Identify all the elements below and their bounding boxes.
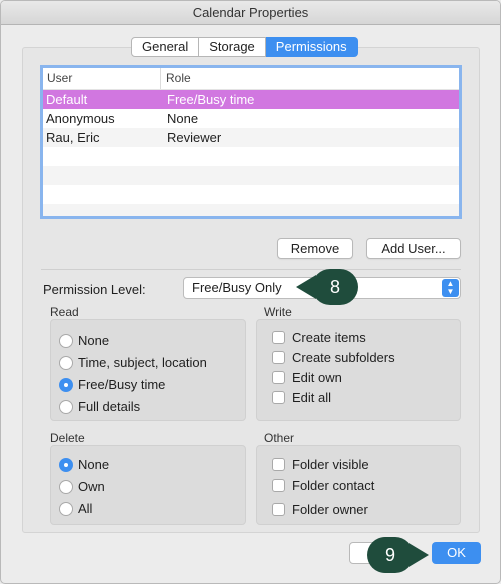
- write-option-label: Create items: [292, 330, 366, 345]
- table-header: User Role: [43, 68, 459, 90]
- write-option-edit-all[interactable]: Edit all: [272, 390, 331, 405]
- delete-group-label: Delete: [50, 431, 85, 445]
- radio-icon: [59, 399, 73, 414]
- permissions-table[interactable]: User Role Default Free/Busy time Anonymo…: [40, 65, 462, 219]
- delete-option-all[interactable]: All: [59, 501, 92, 516]
- checkbox-icon: [272, 458, 285, 471]
- user-cell: Default: [46, 92, 88, 107]
- permission-level-value: Free/Busy Only: [192, 280, 282, 295]
- radio-selected-icon: [59, 457, 73, 472]
- table-row[interactable]: Default Free/Busy time: [43, 90, 459, 109]
- chevron-updown-icon: ▲ ▼: [442, 279, 459, 297]
- table-row[interactable]: Anonymous None: [43, 109, 459, 128]
- tab-permissions[interactable]: Permissions: [265, 37, 358, 57]
- role-cell: Reviewer: [167, 130, 222, 145]
- permission-level-label: Permission Level:: [43, 282, 146, 297]
- write-option-edit-own[interactable]: Edit own: [272, 370, 342, 385]
- read-option-label: Time, subject, location: [78, 355, 207, 370]
- radio-icon: [59, 333, 73, 348]
- checkbox-icon: [272, 351, 285, 364]
- read-option-label: Free/Busy time: [78, 377, 166, 392]
- role-cell: None: [167, 111, 199, 126]
- read-option-free-busy-time[interactable]: Free/Busy time: [59, 377, 165, 392]
- remove-button[interactable]: Remove: [277, 238, 353, 259]
- other-option-folder-contact[interactable]: Folder contact: [272, 478, 374, 493]
- tab-storage[interactable]: Storage: [199, 37, 266, 57]
- other-option-label: Folder contact: [292, 478, 375, 493]
- checkbox-icon: [272, 371, 285, 384]
- radio-icon: [59, 479, 73, 494]
- write-option-label: Edit own: [292, 370, 342, 385]
- other-option-folder-owner[interactable]: Folder owner: [272, 502, 368, 517]
- window-title: Calendar Properties: [1, 1, 500, 25]
- add-user-button[interactable]: Add User...: [366, 238, 461, 259]
- user-cell: Anonymous: [46, 111, 115, 126]
- radio-selected-icon: [59, 377, 73, 392]
- write-option-create-subfolders[interactable]: Create subfolders: [272, 350, 395, 365]
- write-option-label: Create subfolders: [292, 350, 395, 365]
- callout-step-9: 9: [367, 537, 429, 573]
- write-group-label: Write: [264, 305, 292, 319]
- radio-icon: [59, 501, 73, 516]
- user-cell: Rau, Eric: [46, 130, 100, 145]
- callout-step-8: 8: [296, 269, 358, 305]
- write-option-label: Edit all: [292, 390, 332, 405]
- other-group-label: Other: [264, 431, 295, 445]
- column-header-user[interactable]: User: [43, 68, 161, 89]
- other-option-label: Folder visible: [292, 457, 369, 472]
- table-row[interactable]: Rau, Eric Reviewer: [43, 128, 459, 147]
- read-group-label: Read: [50, 305, 79, 319]
- role-cell: Free/Busy time: [167, 92, 255, 107]
- checkbox-icon: [272, 503, 285, 516]
- empty-row: [43, 204, 459, 216]
- other-option-label: Folder owner: [292, 502, 368, 517]
- empty-row: [43, 185, 459, 204]
- checkbox-icon: [272, 479, 285, 492]
- other-option-folder-visible[interactable]: Folder visible: [272, 457, 369, 472]
- write-option-create-items[interactable]: Create items: [272, 330, 366, 345]
- divider: [41, 269, 461, 270]
- calendar-properties-window: Calendar Properties General Storage Perm…: [0, 0, 501, 584]
- read-option-label: None: [78, 333, 110, 348]
- delete-option-label: None: [78, 457, 110, 472]
- read-option-none[interactable]: None: [59, 333, 109, 348]
- delete-option-none[interactable]: None: [59, 457, 109, 472]
- tab-bar: General Storage Permissions: [131, 37, 358, 57]
- checkbox-icon: [272, 331, 285, 344]
- ok-button[interactable]: OK: [432, 542, 481, 564]
- empty-row: [43, 147, 459, 166]
- read-option-time-subject-location[interactable]: Time, subject, location: [59, 355, 207, 370]
- delete-option-label: Own: [78, 479, 105, 494]
- radio-icon: [59, 355, 73, 370]
- delete-option-own[interactable]: Own: [59, 479, 105, 494]
- empty-row: [43, 166, 459, 185]
- read-option-full-details[interactable]: Full details: [59, 399, 140, 414]
- column-header-role[interactable]: Role: [161, 68, 191, 89]
- read-option-label: Full details: [78, 399, 141, 414]
- delete-option-label: All: [78, 501, 93, 516]
- checkbox-icon: [272, 391, 285, 404]
- tab-general[interactable]: General: [131, 37, 200, 57]
